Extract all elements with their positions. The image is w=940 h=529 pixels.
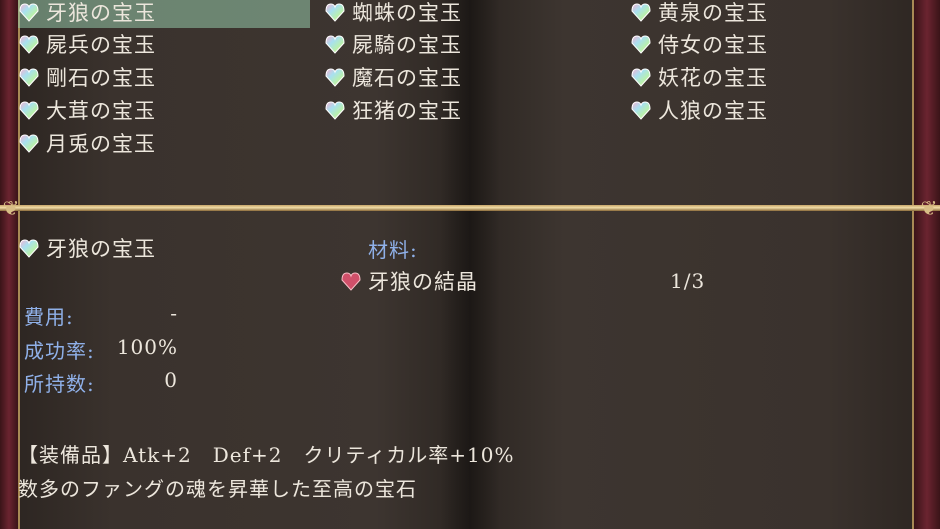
item-label: 蜘蛛の宝玉 xyxy=(352,1,462,25)
detail-name-label: 牙狼の宝玉 xyxy=(46,237,156,261)
rainbow-gem-icon xyxy=(18,66,40,88)
item-label: 妖花の宝玉 xyxy=(658,66,768,90)
cost-value: - xyxy=(170,301,178,325)
description-line-1: 【装備品】Atk+2 Def+2 クリティカル率+10% xyxy=(18,443,515,467)
detail-item-name: 牙狼の宝玉 xyxy=(18,232,156,264)
item-label: 魔石の宝玉 xyxy=(352,66,462,90)
item-row[interactable]: 蜘蛛の宝玉 xyxy=(324,0,462,28)
frame-trim-right xyxy=(912,0,914,529)
red-crystal-icon xyxy=(340,270,362,292)
item-row[interactable]: 黄泉の宝玉 xyxy=(630,0,768,28)
rainbow-gem-icon xyxy=(324,1,346,23)
item-label: 黄泉の宝玉 xyxy=(658,1,768,25)
item-row[interactable]: 人狼の宝玉 xyxy=(630,94,768,126)
rainbow-gem-icon xyxy=(18,1,40,23)
materials-label: 材料: xyxy=(368,238,418,262)
rainbow-gem-icon xyxy=(630,99,652,121)
success-rate-value: 100% xyxy=(116,335,178,359)
description-line-2: 数多のファングの魂を昇華した至高の宝石 xyxy=(18,477,417,501)
rainbow-gem-icon xyxy=(630,33,652,55)
item-row[interactable]: 狂猪の宝玉 xyxy=(324,94,462,126)
item-row[interactable]: 月兎の宝玉 xyxy=(18,127,156,159)
item-label: 屍兵の宝玉 xyxy=(46,33,156,57)
item-row[interactable]: 魔石の宝玉 xyxy=(324,61,462,93)
item-label: 月兎の宝玉 xyxy=(46,132,156,156)
rainbow-gem-icon xyxy=(18,132,40,154)
ornament-right-icon: ❦ xyxy=(920,196,938,220)
item-row[interactable]: 侍女の宝玉 xyxy=(630,28,768,60)
material-name: 牙狼の結晶 xyxy=(368,270,478,294)
item-row[interactable]: 妖花の宝玉 xyxy=(630,61,768,93)
item-row[interactable]: 屍騎の宝玉 xyxy=(324,28,462,60)
item-row[interactable]: 牙狼の宝玉 xyxy=(18,0,310,28)
frame-right xyxy=(914,0,940,529)
item-label: 狂猪の宝玉 xyxy=(352,99,462,123)
owned-count-label: 所持数: xyxy=(24,372,95,396)
frame-left xyxy=(0,0,18,529)
rainbow-gem-icon xyxy=(324,33,346,55)
item-label: 牙狼の宝玉 xyxy=(46,1,156,25)
rainbow-gem-icon xyxy=(324,99,346,121)
item-row[interactable]: 剛石の宝玉 xyxy=(18,61,156,93)
success-rate-label: 成功率: xyxy=(24,339,95,363)
ornament-left-icon: ❦ xyxy=(2,196,20,220)
rainbow-gem-icon xyxy=(18,237,40,259)
material-count: 1/3 xyxy=(670,269,706,293)
item-row[interactable]: 大茸の宝玉 xyxy=(18,94,156,126)
item-label: 人狼の宝玉 xyxy=(658,99,768,123)
material-row: 牙狼の結晶 xyxy=(340,265,478,297)
owned-count-value: 0 xyxy=(164,368,178,392)
rainbow-gem-icon xyxy=(324,66,346,88)
item-label: 屍騎の宝玉 xyxy=(352,33,462,57)
rainbow-gem-icon xyxy=(630,1,652,23)
item-row[interactable]: 屍兵の宝玉 xyxy=(18,28,156,60)
rainbow-gem-icon xyxy=(18,33,40,55)
rainbow-gem-icon xyxy=(18,99,40,121)
item-label: 侍女の宝玉 xyxy=(658,33,768,57)
cost-label: 費用: xyxy=(24,305,74,329)
rainbow-gem-icon xyxy=(630,66,652,88)
item-label: 大茸の宝玉 xyxy=(46,99,156,123)
item-label: 剛石の宝玉 xyxy=(46,66,156,90)
section-divider xyxy=(0,205,940,211)
